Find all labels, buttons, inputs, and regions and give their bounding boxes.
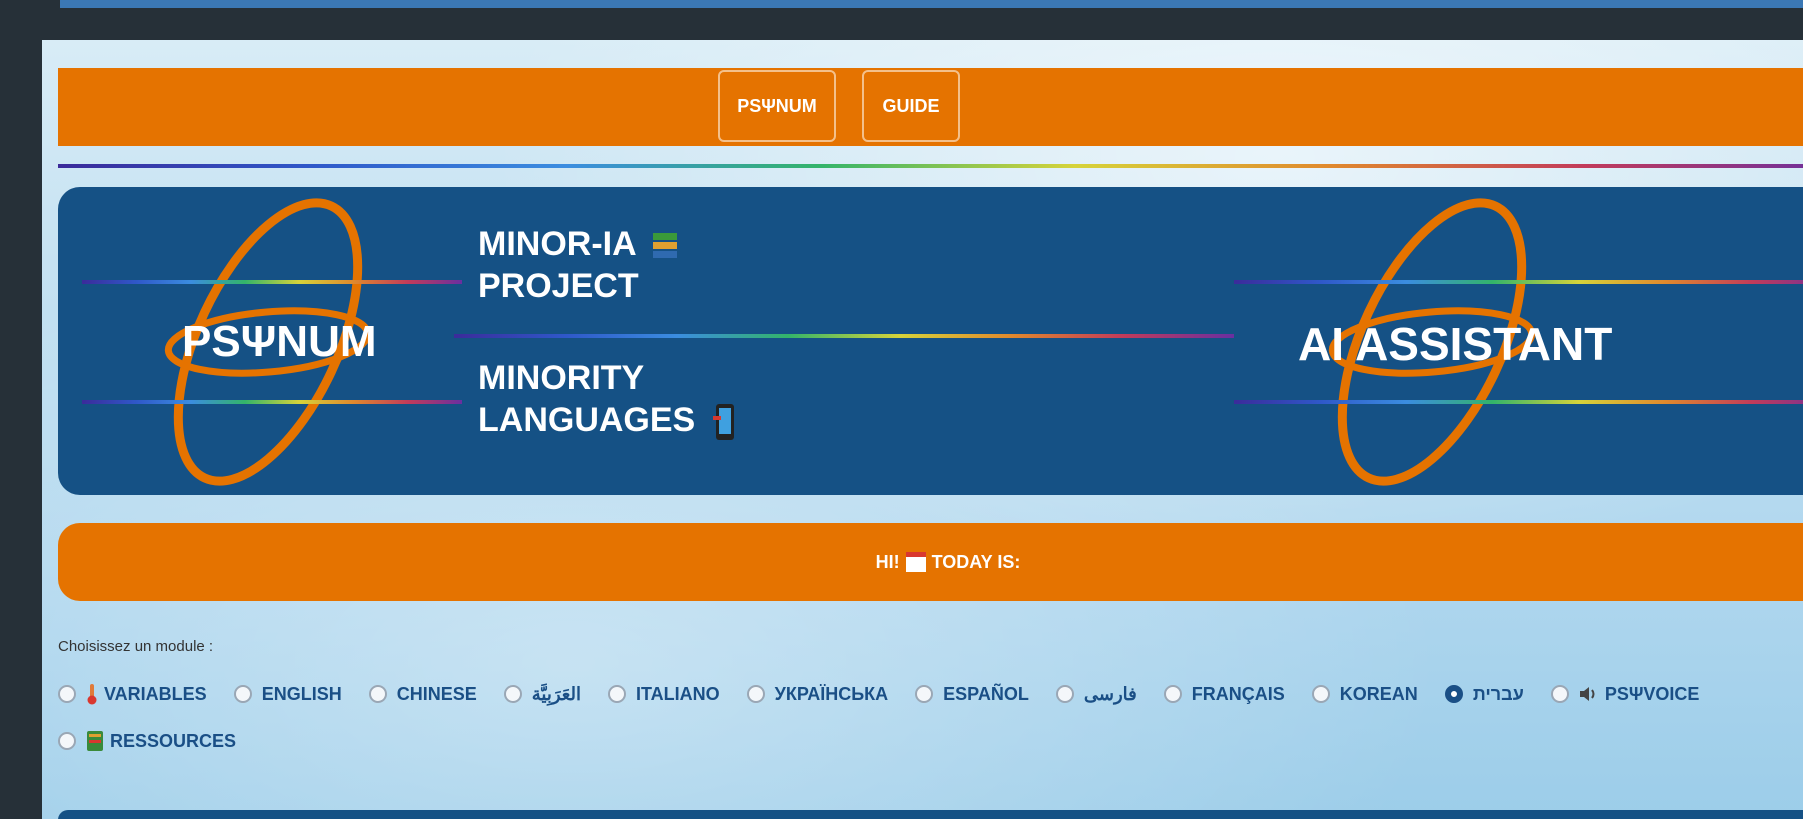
module-option-farsi[interactable]: فارسی: [1055, 672, 1137, 716]
module-option-arabic[interactable]: العَرَبِيَّة: [503, 672, 581, 716]
rainbow-divider: [58, 164, 1803, 168]
radio-button[interactable]: [503, 685, 522, 703]
module-prompt: Choisissez un module :: [58, 638, 214, 655]
books-icon: [652, 233, 677, 259]
radio-button[interactable]: [746, 685, 765, 703]
browser-top-bar: [60, 0, 1803, 8]
module-option-francais[interactable]: FRANÇAIS: [1163, 672, 1285, 716]
window-frame: [0, 0, 42, 819]
radio-button[interactable]: [1311, 685, 1330, 703]
calendar-icon: [905, 552, 926, 572]
radio-button[interactable]: [1163, 685, 1182, 703]
radio-button[interactable]: [58, 732, 76, 750]
banner-rainbow-line: [454, 334, 1234, 338]
radio-button[interactable]: [1550, 685, 1569, 703]
speaker-icon: [1579, 687, 1595, 701]
greeting-text: HI!: [875, 551, 900, 572]
module-option-ressources[interactable]: RESSOURCES: [58, 719, 236, 763]
top-nav: PSΨNUM GUIDE: [58, 68, 1803, 146]
module-option-espanol[interactable]: ESPAÑOL: [915, 672, 1029, 716]
radio-button[interactable]: [607, 685, 626, 703]
project-title: MINOR-IA PROJECT: [478, 223, 679, 307]
radio-button[interactable]: [1055, 685, 1074, 703]
module-option-chinese[interactable]: CHINESE: [368, 672, 477, 716]
module-option-variables[interactable]: VARIABLES: [58, 672, 207, 716]
greeting-bar: HI! TODAY IS:: [58, 523, 1803, 601]
phone-icon: [712, 404, 734, 441]
module-option-english[interactable]: ENGLISH: [233, 672, 342, 716]
brand-title: PSΨNUM: [182, 317, 377, 366]
module-radio-group: VARIABLES ENGLISH CHINESE العَرَبِيَّة I…: [58, 672, 1758, 766]
logo-rainbow-line: [1234, 280, 1803, 284]
module-option-psyvoice[interactable]: PSΨVOICE: [1550, 672, 1699, 716]
nav-button-psynum[interactable]: PSΨNUM: [718, 70, 836, 142]
module-option-korean[interactable]: KOREAN: [1311, 672, 1418, 716]
module-option-italiano[interactable]: ITALIANO: [607, 672, 720, 716]
module-option-ukrainian[interactable]: УКРАЇНСЬКА: [746, 672, 888, 716]
radio-button[interactable]: [233, 685, 252, 703]
languages-title: MINORITY LANGUAGES: [478, 357, 737, 442]
radio-button[interactable]: [58, 685, 76, 703]
radio-button[interactable]: [915, 685, 934, 703]
radio-button-selected[interactable]: [1444, 685, 1463, 703]
ai-assistant-title: AI ASSISTANT: [1298, 318, 1613, 370]
logo-rainbow-line: [82, 280, 462, 284]
radio-button[interactable]: [368, 685, 387, 703]
next-section-bar: [58, 810, 1803, 819]
book-icon: [87, 731, 103, 751]
thermometer-icon: [87, 684, 97, 705]
module-option-hebrew[interactable]: עברית: [1444, 672, 1524, 716]
logo-rainbow-line: [82, 400, 462, 404]
today-label: TODAY IS:: [931, 551, 1021, 572]
page: PSΨNUM GUIDE PSΨNUM MINOR-IA PROJECT MIN…: [42, 40, 1803, 819]
logo-rainbow-line: [1234, 400, 1803, 404]
nav-button-guide[interactable]: GUIDE: [862, 70, 960, 142]
header-banner: PSΨNUM MINOR-IA PROJECT MINORITY LANGUAG…: [58, 187, 1803, 495]
